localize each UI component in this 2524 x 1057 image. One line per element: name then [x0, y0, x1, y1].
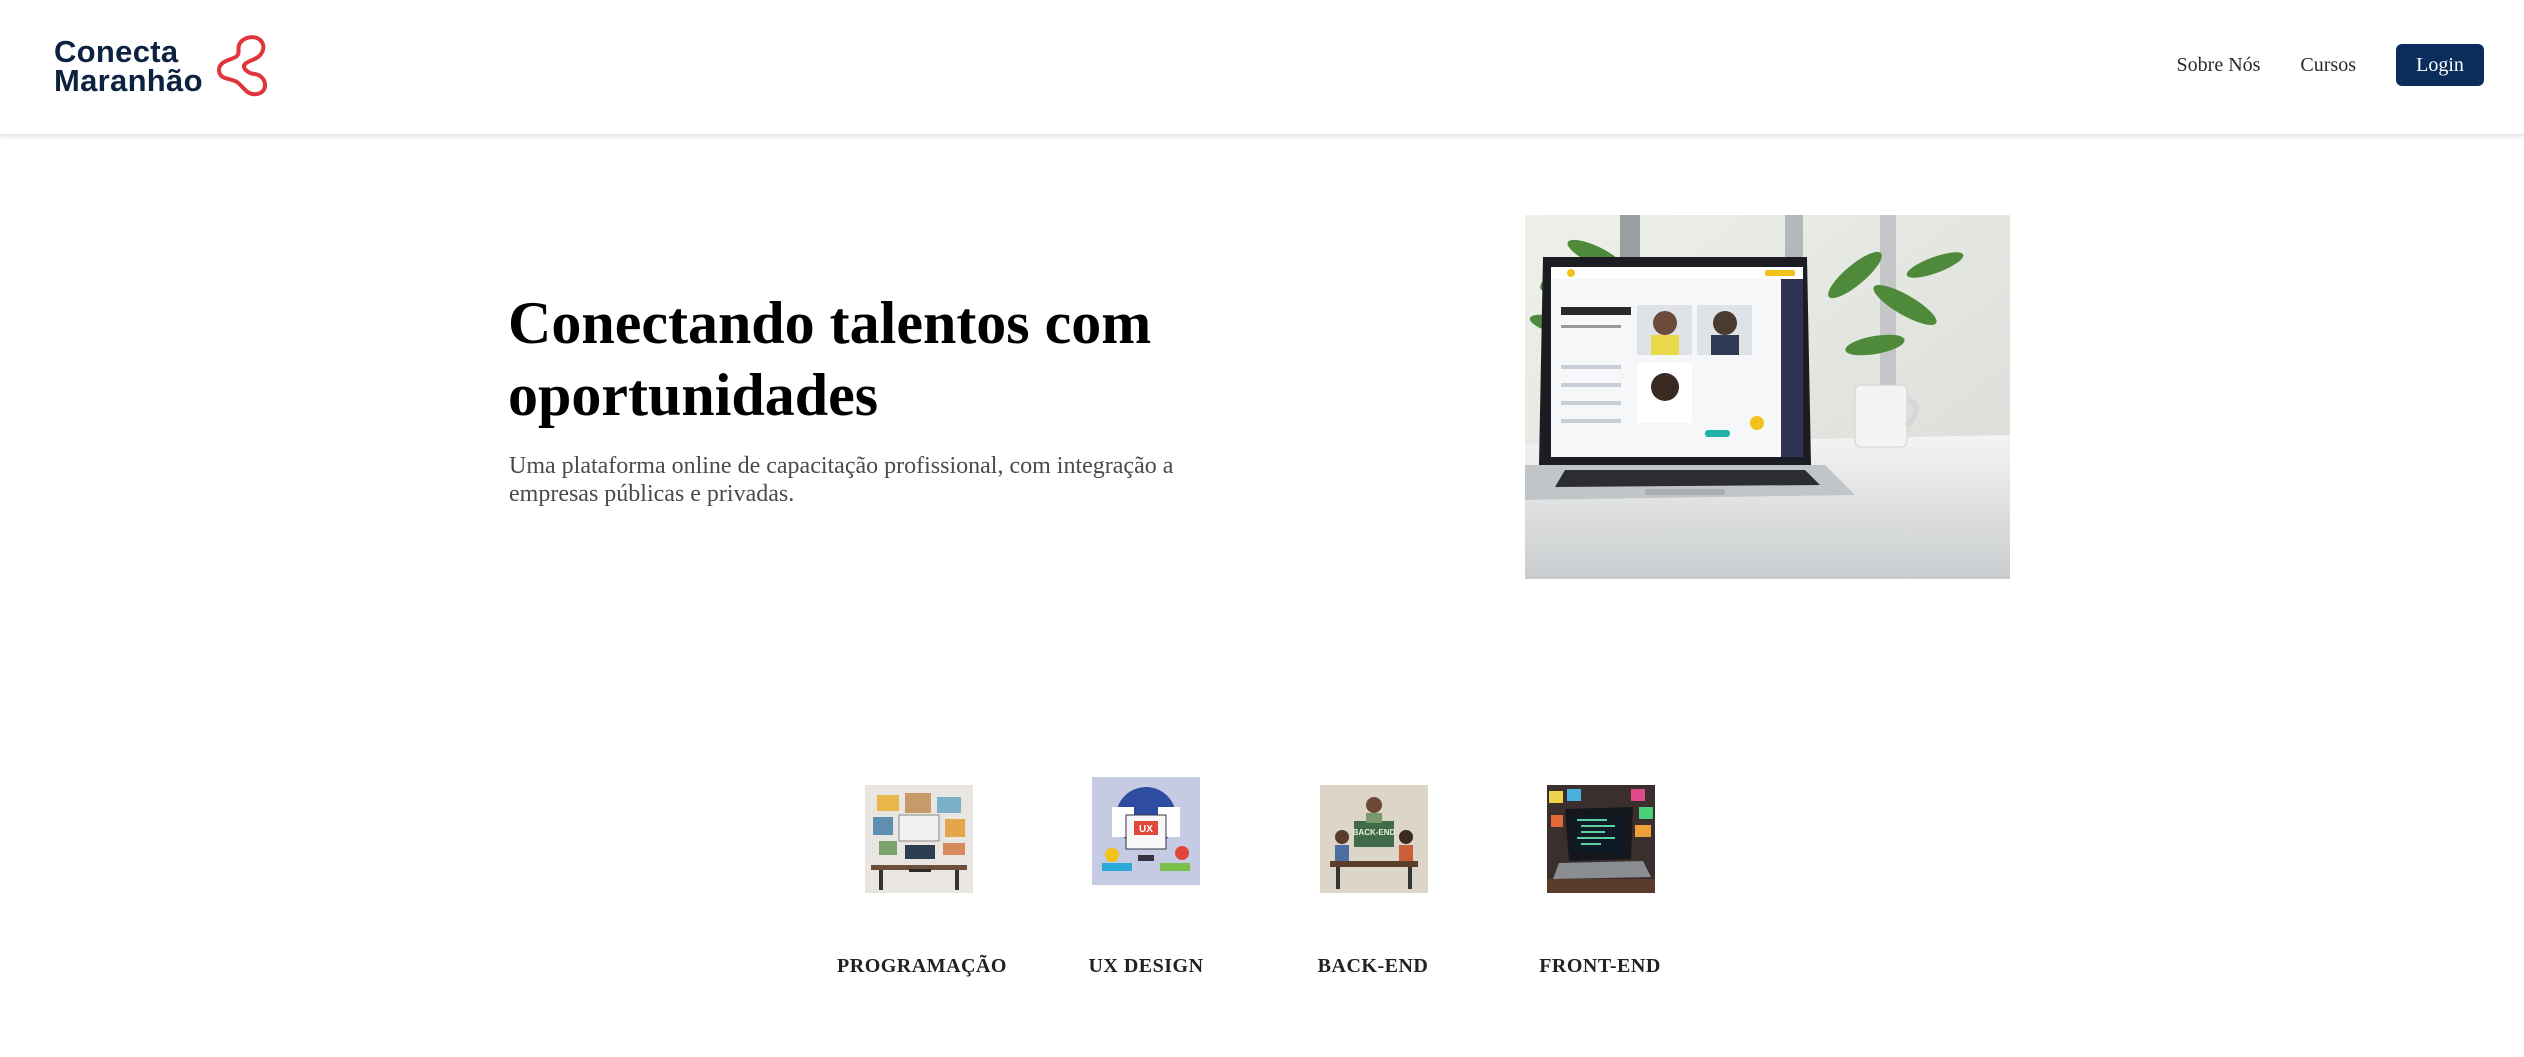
logo-line-1: Conecta [54, 34, 179, 69]
svg-text:BACK-END: BACK-END [1353, 828, 1396, 837]
laptop-on-desk-image [1525, 215, 2010, 579]
main-nav: Sobre Nós Cursos Login [2177, 44, 2484, 86]
course-label-programming[interactable]: PROGRAMAÇÃO [822, 955, 1022, 978]
site-header: Conecta Maranhão Sobre Nós Cursos Login [0, 0, 2524, 135]
brand-logo[interactable]: Conecta Maranhão [54, 34, 271, 98]
chain-link-logo-icon [216, 35, 267, 97]
svg-text:UX: UX [1139, 824, 1153, 835]
front-end-laptop-image[interactable] [1547, 785, 1655, 893]
programming-desk-image[interactable] [865, 785, 973, 893]
nav-about-link[interactable]: Sobre Nós [2177, 54, 2261, 77]
logo-line-2: Maranhão [54, 63, 203, 98]
hero-subtitle: Uma plataforma online de capacitação pro… [509, 453, 1174, 507]
course-label-ux-design[interactable]: UX DESIGN [1046, 955, 1246, 978]
ux-design-screens-image[interactable]: UX [1092, 777, 1200, 885]
course-label-front-end[interactable]: FRONT-END [1500, 955, 1700, 978]
logo-text: Conecta Maranhão [54, 34, 203, 98]
back-end-team-image[interactable]: BACK-END [1320, 785, 1428, 893]
login-button[interactable]: Login [2396, 44, 2484, 86]
nav-courses-link[interactable]: Cursos [2300, 54, 2356, 77]
course-label-back-end[interactable]: BACK-END [1273, 955, 1473, 978]
hero-title: Conectando talentos com oportunidades [508, 290, 1152, 428]
